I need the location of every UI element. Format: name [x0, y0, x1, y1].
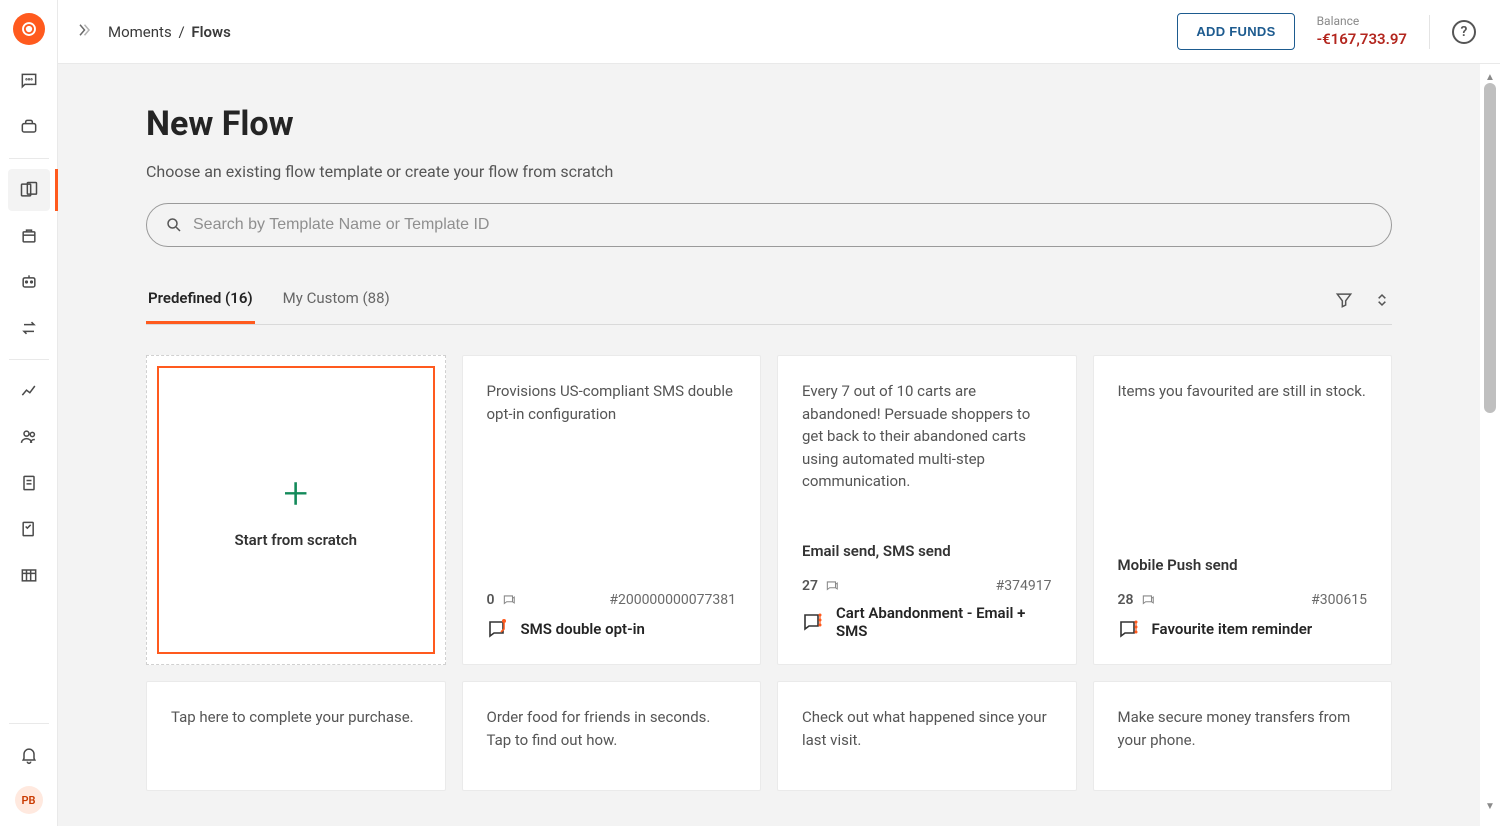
sidebar: PB [0, 0, 58, 826]
page-title: New Flow [146, 104, 1392, 144]
template-card[interactable]: Make secure money transfers from your ph… [1093, 681, 1393, 791]
sort-icon[interactable] [1372, 290, 1392, 314]
card-id: #200000000077381 [609, 592, 736, 608]
app-logo[interactable] [0, 0, 58, 58]
card-description: Items you favourited are still in stock. [1118, 380, 1368, 403]
help-icon[interactable]: ? [1452, 20, 1476, 44]
card-count: 27 [802, 578, 840, 594]
balance-value: -€167,733.97 [1317, 30, 1407, 50]
card-title: SMS double opt-in [521, 620, 645, 638]
template-card[interactable]: Check out what happened since your last … [777, 681, 1077, 791]
breadcrumb: Moments / Flows [108, 23, 231, 41]
card-description: Tap here to complete your purchase. [171, 706, 421, 729]
template-card[interactable]: Items you favourited are still in stock.… [1093, 355, 1393, 665]
nav-broadcast-icon[interactable] [8, 106, 50, 148]
nav-bell-icon[interactable] [8, 734, 50, 776]
card-start-from-scratch[interactable]: + Start from scratch [146, 355, 446, 665]
scratch-label: Start from scratch [234, 531, 357, 549]
balance-label: Balance [1317, 14, 1407, 30]
card-count: 0 [487, 592, 517, 608]
card-description: Provisions US-compliant SMS double opt-i… [487, 380, 737, 425]
card-count: 28 [1118, 592, 1156, 608]
divider [1429, 15, 1430, 49]
tab-predefined[interactable]: Predefined (16) [146, 289, 255, 324]
card-channels: Mobile Push send [1118, 556, 1368, 574]
card-title: Favourite item reminder [1152, 620, 1313, 638]
scrollbar[interactable]: ▲ ▼ [1484, 72, 1496, 812]
filter-icon[interactable] [1334, 290, 1354, 314]
search-input[interactable] [193, 216, 1373, 234]
card-description: Make secure money transfers from your ph… [1118, 706, 1368, 751]
scroll-down-icon[interactable]: ▼ [1485, 801, 1495, 812]
tab-my-custom[interactable]: My Custom (88) [281, 289, 392, 324]
template-card[interactable]: Provisions US-compliant SMS double opt-i… [462, 355, 762, 665]
scroll-up-icon[interactable]: ▲ [1485, 72, 1495, 83]
card-description: Every 7 out of 10 carts are abandoned! P… [802, 380, 1052, 493]
card-id: #300615 [1311, 592, 1367, 608]
nav-checklist-icon[interactable] [8, 508, 50, 550]
template-card[interactable]: Order food for friends in seconds. Tap t… [462, 681, 762, 791]
nav-exchange-icon[interactable] [8, 307, 50, 349]
flow-icon [487, 618, 511, 640]
scroll-thumb[interactable] [1484, 83, 1496, 413]
card-description: Order food for friends in seconds. Tap t… [487, 706, 737, 751]
balance-block: Balance -€167,733.97 [1317, 14, 1407, 49]
search-bar[interactable] [146, 203, 1392, 247]
nav-moments-icon[interactable] [8, 169, 50, 211]
sidebar-expand-icon[interactable] [74, 21, 92, 43]
nav-people-icon[interactable] [8, 416, 50, 458]
flow-icon [802, 611, 826, 633]
card-title: Cart Abandonment - Email + SMS [836, 604, 1052, 640]
card-description: Check out what happened since your last … [802, 706, 1052, 751]
nav-doc-icon[interactable] [8, 462, 50, 504]
breadcrumb-sep: / [178, 23, 184, 41]
template-card[interactable]: Every 7 out of 10 carts are abandoned! P… [777, 355, 1077, 665]
topbar: Moments / Flows ADD FUNDS Balance -€167,… [58, 0, 1500, 64]
nav-package-icon[interactable] [8, 215, 50, 257]
plus-icon: + [283, 471, 308, 515]
template-card[interactable]: Tap here to complete your purchase. [146, 681, 446, 791]
nav-grid-icon[interactable] [8, 554, 50, 596]
user-avatar[interactable]: PB [15, 786, 43, 814]
nav-chat-icon[interactable] [8, 60, 50, 102]
tabs: Predefined (16) My Custom (88) [146, 289, 1392, 325]
breadcrumb-parent[interactable]: Moments [108, 23, 172, 41]
page-subtitle: Choose an existing flow template or crea… [146, 162, 1392, 181]
nav-bot-icon[interactable] [8, 261, 50, 303]
search-icon [165, 216, 183, 234]
main-content: New Flow Choose an existing flow templat… [58, 64, 1480, 826]
flow-icon [1118, 618, 1142, 640]
card-channels: Email send, SMS send [802, 542, 1052, 560]
breadcrumb-current: Flows [191, 23, 230, 41]
card-id: #374917 [996, 578, 1052, 594]
add-funds-button[interactable]: ADD FUNDS [1177, 13, 1294, 50]
nav-analytics-icon[interactable] [8, 370, 50, 412]
